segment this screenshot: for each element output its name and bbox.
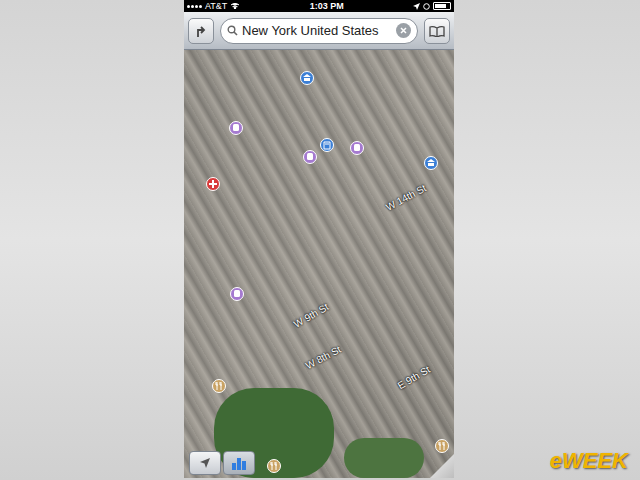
location-button[interactable] (189, 451, 221, 475)
location-icon (199, 457, 211, 469)
directions-button[interactable] (188, 18, 214, 44)
train-pin-icon[interactable] (229, 121, 243, 135)
search-field[interactable]: New York United States (220, 18, 418, 44)
turn-arrow-icon (195, 25, 207, 37)
map-view[interactable]: W 14th StW 9th StW 8th StE 9th St (184, 50, 454, 478)
train-pin-icon[interactable] (350, 141, 364, 155)
carrier: AT&T (205, 0, 227, 12)
buildings-button[interactable] (223, 451, 255, 475)
ewee-logo: eWEEK (550, 450, 628, 472)
status-bar: AT&T 1:03 PM (184, 0, 454, 12)
clear-icon[interactable] (396, 23, 411, 38)
food-pin-icon[interactable] (212, 379, 226, 393)
book-icon (429, 25, 445, 37)
museum-pin-icon[interactable] (300, 71, 314, 85)
train-pin-icon[interactable] (230, 287, 244, 301)
search-icon (227, 25, 238, 36)
map-controls (189, 451, 255, 475)
info-pin-icon[interactable] (320, 138, 334, 152)
buildings-icon (231, 456, 247, 470)
museum-pin-icon[interactable] (424, 156, 438, 170)
wifi-icon (230, 2, 240, 10)
alarm-icon (423, 3, 430, 10)
slide: AT&T 1:03 PM New York United States W 14th … (0, 0, 640, 480)
battery-icon (433, 2, 451, 10)
bookmarks-button[interactable] (424, 18, 450, 44)
park-area (344, 438, 424, 478)
food-pin-icon[interactable] (435, 439, 449, 453)
phone-screen: AT&T 1:03 PM New York United States W 14th … (184, 0, 454, 478)
location-arrow-icon (413, 3, 420, 10)
toolbar: New York United States (184, 12, 454, 50)
hospital-pin-icon[interactable] (206, 177, 220, 191)
food-pin-icon[interactable] (267, 459, 281, 473)
train-pin-icon[interactable] (303, 150, 317, 164)
search-text: New York United States (242, 21, 392, 41)
signal-icon (187, 5, 202, 8)
time: 1:03 PM (243, 0, 410, 12)
